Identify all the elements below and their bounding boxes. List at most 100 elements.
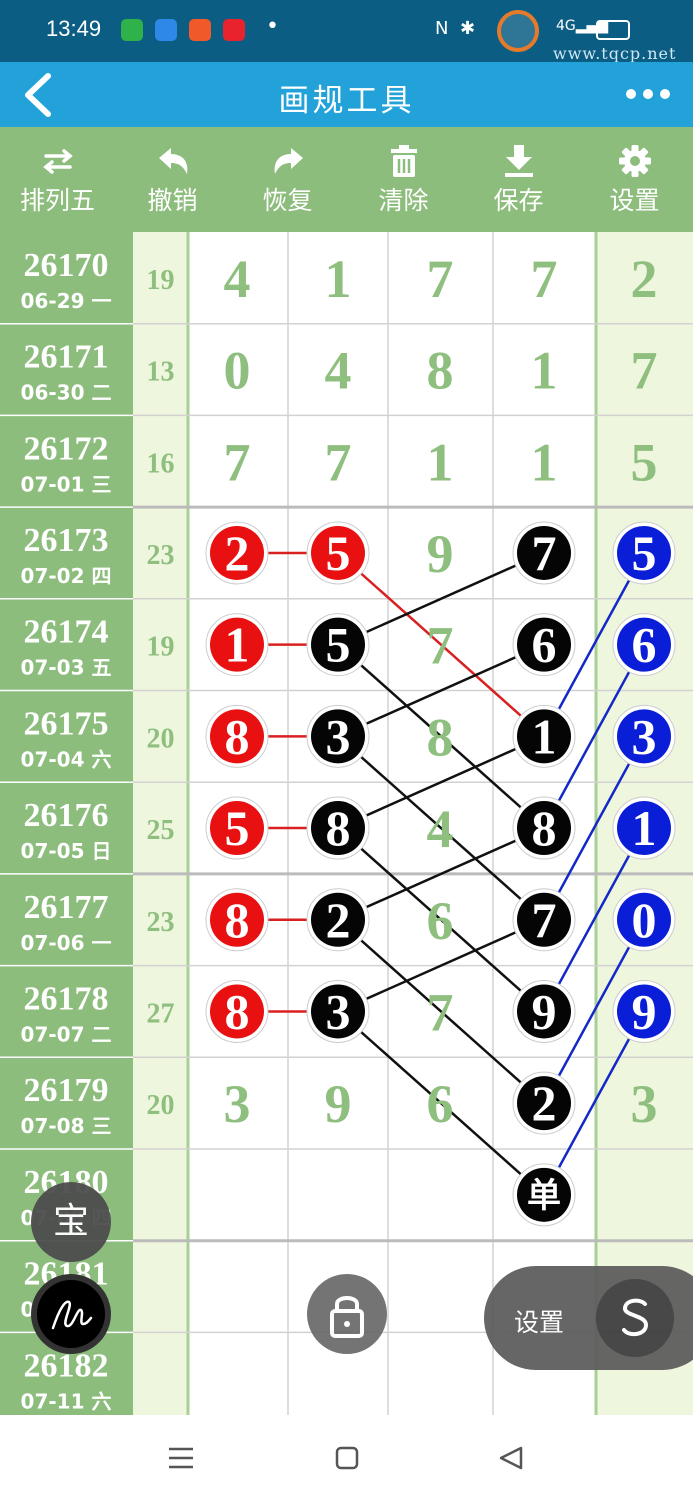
draw-digit[interactable]: 4 [325, 341, 352, 401]
home-square-icon[interactable] [334, 1445, 360, 1471]
status-time: 13:49 [46, 16, 102, 41]
s-switch-button[interactable] [596, 1279, 674, 1357]
tool-undo[interactable]: 撤销 [115, 127, 230, 232]
title-bar: 画规工具 [0, 62, 693, 127]
s-switch-icon [622, 1298, 649, 1337]
marker-digit: 3 [326, 708, 351, 764]
tool-label: 恢复 [262, 186, 313, 215]
draw-digit[interactable]: 8 [427, 341, 454, 401]
draw-digit[interactable]: 7 [531, 249, 558, 309]
draw-digit[interactable]: 8 [427, 707, 454, 767]
issue-number: 26173 [24, 522, 109, 559]
tool-clear[interactable]: 清除 [346, 127, 461, 232]
system-nav-bar [0, 1415, 693, 1500]
signature-icon-bg [37, 1280, 105, 1348]
more-dots-icon [626, 89, 670, 99]
back-triangle-icon[interactable] [497, 1445, 525, 1471]
draw-digit[interactable]: 3 [631, 1074, 658, 1134]
issue-date: 07-08 三 [21, 1114, 112, 1138]
lock-button[interactable] [307, 1274, 387, 1354]
draw-digit[interactable]: 7 [427, 249, 454, 309]
watermark-text: www.tqcp.net [553, 44, 677, 63]
undo-icon [159, 148, 188, 174]
draw-digit[interactable]: 1 [531, 432, 558, 492]
download-icon [505, 145, 533, 177]
draw-digit[interactable]: 1 [427, 432, 454, 492]
tool-lottery-type[interactable]: 排列五 [0, 127, 115, 232]
draw-digit[interactable]: 4 [427, 799, 454, 859]
draw-digit[interactable]: 4 [224, 249, 251, 309]
issue-date: 07-01 三 [21, 472, 112, 496]
issue-date: 07-04 六 [21, 747, 112, 771]
sum-value: 20 [147, 723, 175, 754]
messages-app-icon [121, 19, 143, 41]
page-title: 画规工具 [278, 83, 415, 119]
issue-date: 07-06 一 [21, 931, 112, 955]
sum-value: 13 [147, 357, 175, 388]
gear-icon [619, 145, 651, 177]
battery-icon [596, 20, 630, 40]
tool-label: 清除 [378, 186, 429, 215]
draw-digit[interactable]: 6 [427, 1074, 454, 1134]
issue-date: 07-03 五 [21, 656, 112, 680]
draw-digit[interactable]: 1 [531, 341, 558, 401]
tool-label: 撤销 [147, 186, 198, 215]
draw-digit[interactable]: 7 [325, 432, 352, 492]
marker-digit: 7 [532, 525, 557, 581]
draw-digit[interactable]: 0 [224, 341, 251, 401]
tool-redo[interactable]: 恢复 [230, 127, 345, 232]
issue-number: 26179 [24, 1072, 109, 1109]
draw-digit[interactable]: 9 [325, 1074, 352, 1134]
issue-date: 07-02 四 [21, 564, 112, 588]
draw-digit[interactable]: 7 [427, 616, 454, 676]
draw-digit[interactable]: 7 [631, 341, 658, 401]
sum-value: 23 [147, 540, 175, 571]
menu-icon[interactable] [166, 1445, 196, 1471]
bluetooth-icon: ✱ [460, 18, 476, 39]
marker-digit: 2 [326, 892, 351, 948]
tool-save[interactable]: 保存 [461, 127, 576, 232]
marker-digit: 0 [632, 892, 657, 948]
marker-digit: 5 [326, 617, 351, 673]
draw-digit[interactable]: 1 [325, 249, 352, 309]
issue-date: 06-29 一 [21, 289, 112, 313]
marker-digit: 8 [532, 800, 557, 856]
treasure-button[interactable]: 宝 [31, 1182, 111, 1262]
draw-digit[interactable]: 6 [427, 891, 454, 951]
marker-digit: 8 [225, 708, 250, 764]
draw-digit[interactable]: 5 [631, 432, 658, 492]
sum-value: 23 [147, 907, 175, 938]
settings-pill-label[interactable]: 设置 [514, 1303, 564, 1339]
sum-value: 19 [147, 632, 175, 663]
signature-button[interactable] [31, 1274, 111, 1354]
issue-number: 26170 [24, 247, 109, 284]
marker-digit: 3 [326, 983, 351, 1039]
marker-digit: 3 [632, 708, 657, 764]
more-button[interactable] [623, 76, 673, 112]
sum-value: 27 [147, 998, 175, 1029]
issue-number: 26176 [24, 797, 109, 834]
settings-pill: 设置 [484, 1266, 693, 1370]
tool-settings[interactable]: 设置 [577, 127, 692, 232]
sum-value: 19 [147, 265, 175, 296]
marker-digit: 6 [532, 617, 557, 673]
marker-digit: 2 [532, 1075, 557, 1131]
marker-digit: 5 [632, 525, 657, 581]
draw-digit[interactable]: 7 [427, 982, 454, 1042]
music-app-icon [223, 19, 245, 41]
issue-number: 26177 [24, 889, 109, 926]
marker-digit: 5 [225, 800, 250, 856]
draw-digit[interactable]: 2 [631, 249, 658, 309]
issue-number: 26178 [24, 980, 109, 1017]
issue-date: 06-30 二 [21, 381, 112, 405]
store-app-icon [189, 19, 211, 41]
issue-number: 26175 [24, 705, 109, 742]
lock-icon [330, 1296, 364, 1338]
issue-number: 26171 [24, 339, 109, 376]
browser-app-icon [155, 19, 177, 41]
signature-icon [51, 1300, 93, 1330]
draw-digit[interactable]: 3 [224, 1074, 251, 1134]
draw-digit[interactable]: 9 [427, 524, 454, 584]
issue-date: 07-07 二 [21, 1022, 112, 1046]
draw-digit[interactable]: 7 [224, 432, 251, 492]
